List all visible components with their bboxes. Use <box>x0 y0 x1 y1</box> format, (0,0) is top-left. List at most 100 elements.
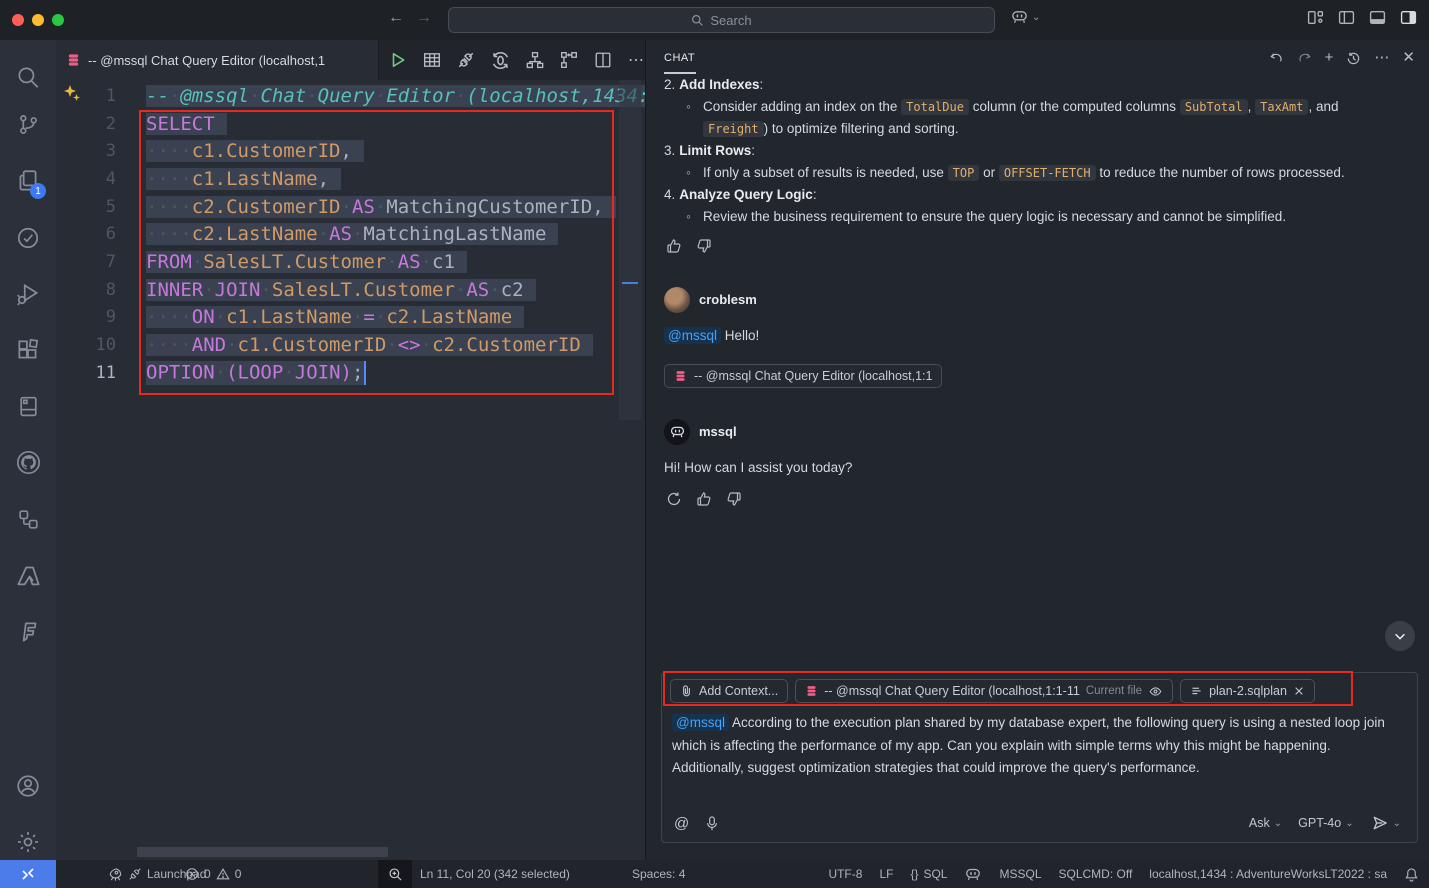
plan-file-chip[interactable]: plan-2.sqlplan <box>1180 679 1315 703</box>
settings-gear-icon[interactable] <box>0 818 56 866</box>
errors-icon <box>185 867 199 881</box>
connection-item[interactable]: localhost,1434 : AdventureWorksLT2022 : … <box>1149 867 1387 881</box>
code-line[interactable]: 7FROM·SalesLT.Customer·AS·c1 <box>56 248 619 276</box>
minimize-window-button[interactable] <box>32 14 44 26</box>
run-query-icon[interactable] <box>389 51 407 69</box>
source-control-icon[interactable] <box>0 100 56 148</box>
maximize-window-button[interactable] <box>52 14 64 26</box>
problems-item[interactable]: 0 0 <box>185 860 241 888</box>
thumbs-up-icon[interactable] <box>666 238 682 254</box>
code-line[interactable]: 2SELECT <box>56 110 619 138</box>
navigate-back-icon[interactable]: ← <box>388 9 404 27</box>
cursor-position-item[interactable]: Ln 11, Col 20 (342 selected) <box>420 860 570 888</box>
undo-icon[interactable] <box>1269 51 1284 66</box>
estimated-plan-icon[interactable] <box>526 51 544 69</box>
code-line[interactable]: 5····c2.CustomerID·AS·MatchingCustomerID… <box>56 193 619 221</box>
testing-icon[interactable] <box>0 214 56 262</box>
editor-tab[interactable]: -- @mssql Chat Query Editor (localhost,1 <box>56 40 379 80</box>
copilot-icon <box>1010 9 1029 25</box>
microphone-icon[interactable] <box>705 815 719 832</box>
mode-dropdown[interactable]: Ask⌄ <box>1245 813 1286 833</box>
editor-horizontal-scrollbar[interactable] <box>137 847 388 857</box>
code-line[interactable]: 3····c1.CustomerID, <box>56 137 619 165</box>
code-token: c2.LastName <box>386 306 512 328</box>
code-token: FROM <box>146 251 192 273</box>
rerun-icon[interactable] <box>666 491 682 507</box>
mssql-item[interactable]: MSSQL <box>999 867 1041 881</box>
copilot-status-item[interactable] <box>964 867 982 882</box>
close-window-button[interactable] <box>12 14 24 26</box>
thumbs-up-icon[interactable] <box>696 491 712 507</box>
explorer-icon[interactable]: 1 <box>0 157 56 205</box>
editor-vertical-scrollbar[interactable] <box>619 80 641 420</box>
code-line[interactable]: 1--·@mssql·Chat·Query·Editor·(localhost,… <box>56 82 619 110</box>
code-token: ···· <box>146 196 192 218</box>
code-token: JOIN <box>215 279 261 301</box>
remote-indicator[interactable] <box>0 860 56 888</box>
user-message: @mssql Hello! <box>664 325 1412 347</box>
indentation-item[interactable]: Spaces: 4 <box>632 860 685 888</box>
code-line[interactable]: 4····c1.LastName, <box>56 165 619 193</box>
eol-item[interactable]: LF <box>879 867 893 881</box>
list-colon: : <box>751 143 755 158</box>
send-icon <box>1370 815 1389 831</box>
github-icon[interactable] <box>0 438 56 486</box>
sqlcmd-toggle-icon[interactable] <box>560 51 578 69</box>
split-editor-icon[interactable] <box>594 51 612 69</box>
close-icon[interactable] <box>1293 685 1305 697</box>
bullet-marker: ◦ <box>686 206 703 228</box>
eye-icon[interactable] <box>1148 685 1163 698</box>
code-line[interactable]: 9····ON·c1.LastName·=·c2.LastName <box>56 304 619 332</box>
editor-pane[interactable]: 1--·@mssql·Chat·Query·Editor·(localhost,… <box>56 80 645 860</box>
chat-input-box[interactable]: Add Context... -- @mssql Chat Query Edit… <box>661 672 1418 843</box>
scroll-to-bottom-button[interactable] <box>1385 621 1415 651</box>
accounts-icon[interactable] <box>0 762 56 810</box>
message-attachment-chip[interactable]: -- @mssql Chat Query Editor (localhost,1… <box>664 364 942 388</box>
new-chat-icon[interactable]: + <box>1325 50 1334 66</box>
database-projects-icon[interactable] <box>0 495 56 543</box>
extensions-icon[interactable] <box>0 326 56 374</box>
chat-history-icon[interactable] <box>1346 51 1361 66</box>
toggle-secondary-sidebar-icon[interactable] <box>1400 9 1417 26</box>
fabric-icon[interactable] <box>0 608 56 656</box>
sqlcmd-item[interactable]: SQLCMD: Off <box>1059 867 1133 881</box>
customize-layout-icon[interactable] <box>1307 9 1324 26</box>
chat-input-text[interactable]: @mssql According to the execution plan s… <box>662 703 1417 780</box>
model-dropdown[interactable]: GPT-4o⌄ <box>1294 813 1357 833</box>
command-center-search[interactable]: Search <box>448 7 995 33</box>
code-line[interactable]: 10····AND·c1.CustomerID·<>·c2.CustomerID <box>56 331 619 359</box>
azure-icon[interactable] <box>0 552 56 600</box>
tab-chat[interactable]: CHAT <box>664 52 695 64</box>
send-button[interactable]: ⌄ <box>1366 812 1405 834</box>
mention-picker-icon[interactable]: @ <box>674 815 689 832</box>
mssql-mention[interactable]: @mssql <box>664 327 721 344</box>
copilot-menu[interactable]: ⌄ <box>1010 9 1040 25</box>
disconnect-icon[interactable] <box>457 51 475 69</box>
add-context-button[interactable]: Add Context... <box>670 679 788 703</box>
change-connection-icon[interactable] <box>491 51 510 70</box>
code-token: c2.LastName <box>192 223 318 245</box>
more-actions-icon[interactable]: ⋯ <box>628 50 645 70</box>
line-number: 2 <box>56 114 130 134</box>
encoding-item[interactable]: UTF-8 <box>828 867 862 881</box>
notifications-bell-icon[interactable] <box>1404 867 1419 882</box>
toggle-primary-sidebar-icon[interactable] <box>1338 9 1355 26</box>
chat-more-icon[interactable]: ⋯ <box>1374 50 1389 66</box>
code-line[interactable]: 6····c2.LastName·AS·MatchingLastName <box>56 220 619 248</box>
search-view-icon[interactable] <box>0 53 56 101</box>
explorer-badge: 1 <box>30 183 46 199</box>
current-file-chip[interactable]: -- @mssql Chat Query Editor (localhost,1… <box>795 679 1173 703</box>
redo-icon[interactable] <box>1297 51 1312 66</box>
thumbs-down-icon[interactable] <box>696 238 712 254</box>
code-line[interactable]: 11OPTION·(LOOP·JOIN); <box>56 359 619 387</box>
database-view-icon[interactable] <box>0 382 56 430</box>
code-line[interactable]: 8INNER·JOIN·SalesLT.Customer·AS·c2 <box>56 276 619 304</box>
toggle-panel-icon[interactable] <box>1369 9 1386 26</box>
results-grid-icon[interactable] <box>423 51 441 69</box>
navigate-forward-icon[interactable]: → <box>416 9 432 27</box>
language-item[interactable]: {}SQL <box>910 867 947 881</box>
run-debug-icon[interactable] <box>0 270 56 318</box>
thumbs-down-icon[interactable] <box>726 491 742 507</box>
close-chat-icon[interactable]: ✕ <box>1402 50 1415 66</box>
assistant-bullet: ◦If only a subset of results is needed, … <box>686 162 1412 184</box>
